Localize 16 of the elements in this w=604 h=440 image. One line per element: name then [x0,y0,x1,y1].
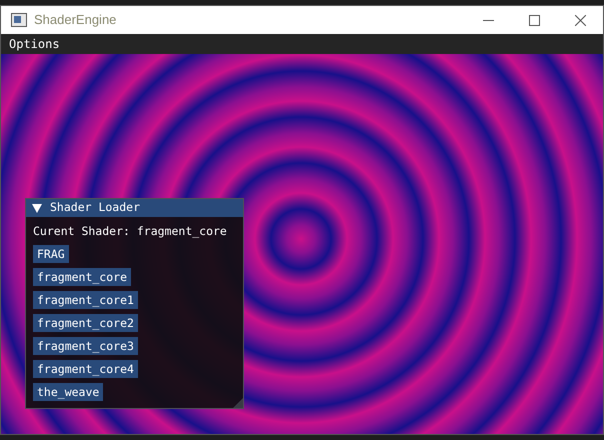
shader-button[interactable]: fragment_core1 [33,291,138,310]
close-icon [574,14,586,26]
window-title: ShaderEngine [34,11,116,30]
current-shader-label: Curent Shader: fragment_core [33,223,227,240]
panel-title: Shader Loader [50,199,140,216]
shader-button[interactable]: fragment_core4 [33,360,138,378]
shader-button[interactable]: the_weave [33,383,104,402]
collapse-triangle-icon[interactable] [32,204,42,212]
app-icon [11,13,27,27]
shader-button[interactable]: fragment_core3 [33,337,138,356]
menu-item[interactable]: Options [9,35,60,53]
shader-button[interactable]: fragment_core2 [33,314,138,332]
maximize-icon [528,14,540,26]
shader-button[interactable]: fragment_core [33,268,132,286]
shader-button[interactable]: FRAG [33,245,69,264]
resize-grip-icon[interactable] [233,398,243,408]
